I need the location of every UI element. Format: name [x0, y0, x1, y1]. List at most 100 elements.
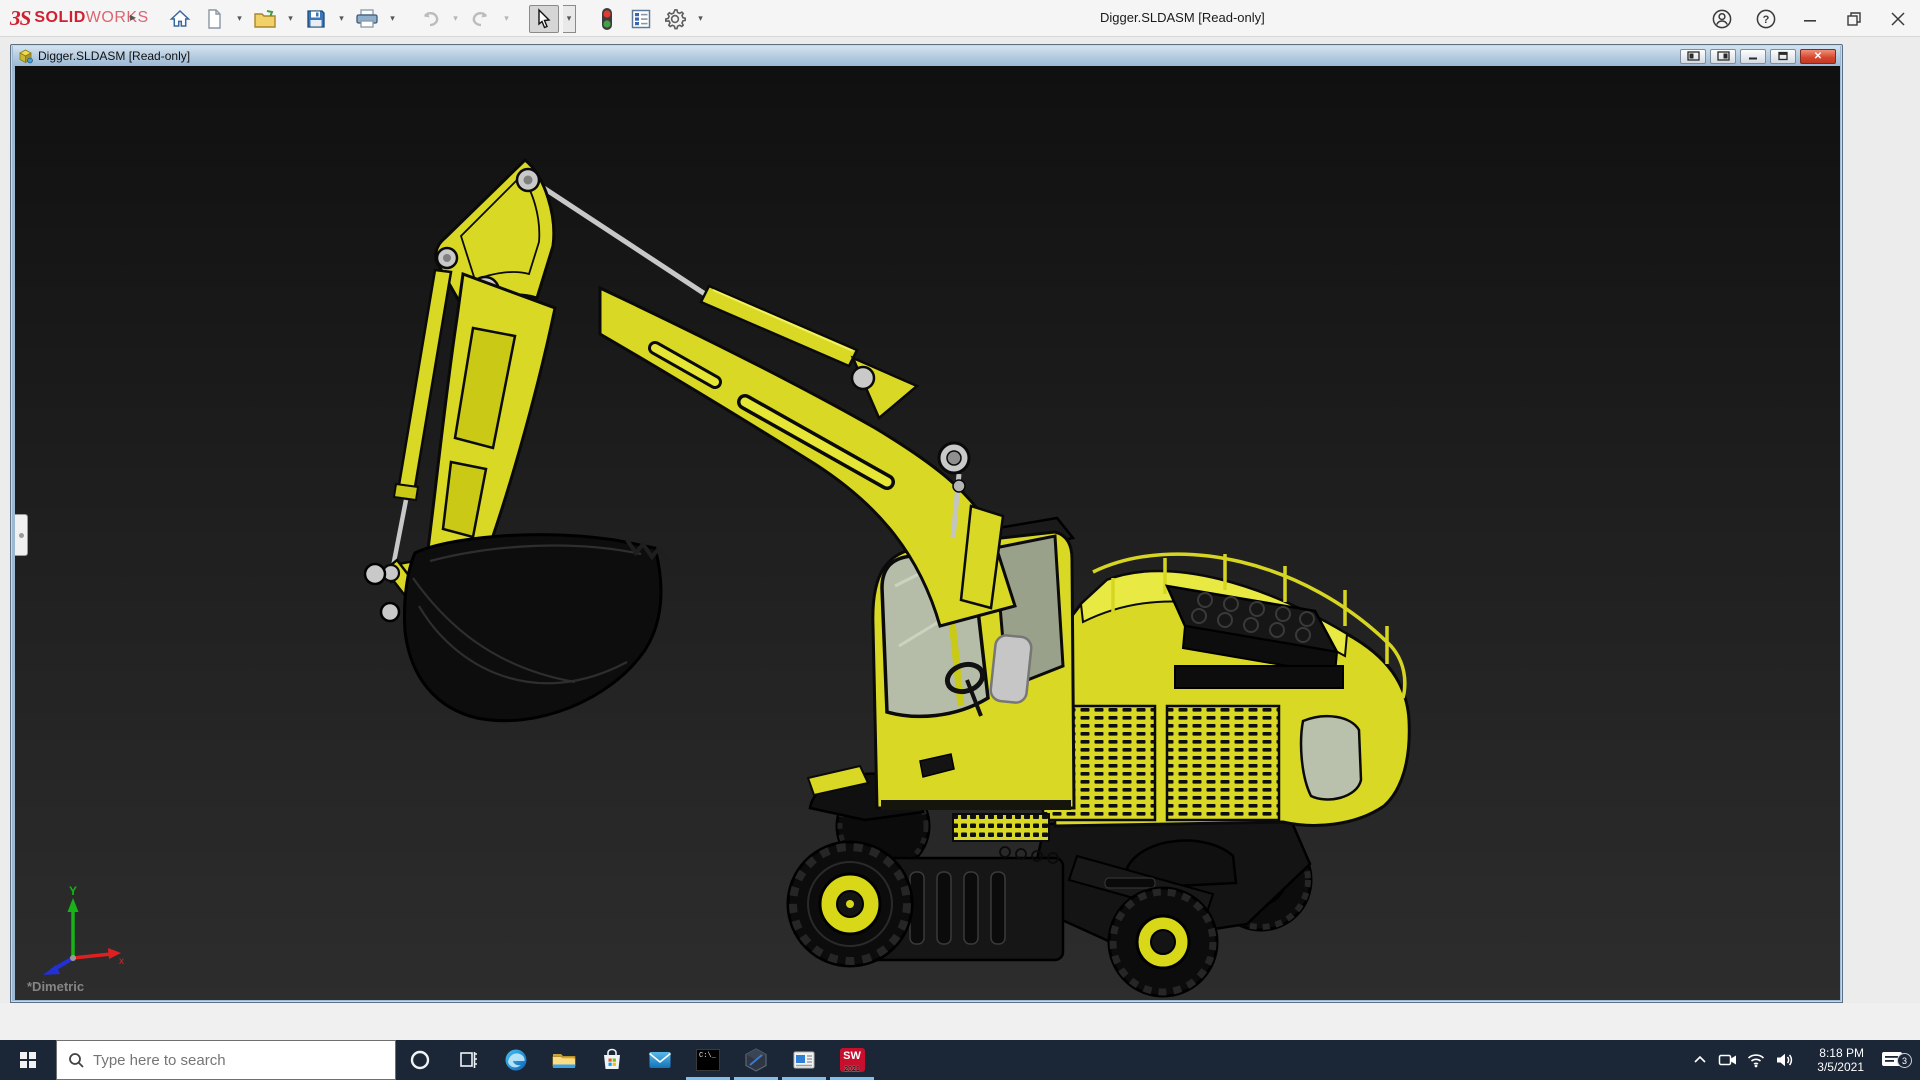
bucket[interactable]: [363, 533, 670, 723]
taskbar-edge[interactable]: [492, 1040, 540, 1080]
taskbar-command-prompt[interactable]: C:\_: [684, 1040, 732, 1080]
taskbar-file-explorer[interactable]: [540, 1040, 588, 1080]
select-tool-dropdown[interactable]: ▾: [563, 4, 576, 33]
feature-pane-right-button[interactable]: [1710, 48, 1736, 64]
tray-action-center[interactable]: 3: [1870, 1050, 1914, 1070]
gear-icon: [665, 8, 686, 29]
taskbar-microsoft-store[interactable]: [588, 1040, 636, 1080]
tray-volume[interactable]: [1770, 1051, 1798, 1069]
select-tool-button[interactable]: [529, 4, 559, 33]
help-button[interactable]: ?: [1754, 7, 1778, 31]
reference-triad: Y x: [43, 884, 124, 975]
account-button[interactable]: [1710, 7, 1734, 31]
doc-restore-icon: [1778, 51, 1788, 61]
logo-expand-chevron-icon[interactable]: ▸: [130, 10, 136, 24]
document-window: Digger.SLDASM [Read-only] ✕ Y x *Dimetri…: [10, 44, 1843, 1003]
doc-restore-button[interactable]: [1770, 48, 1796, 64]
undo-dropdown[interactable]: ▾: [449, 5, 462, 33]
wifi-icon: [1747, 1054, 1765, 1068]
triad-x-label: x: [119, 956, 124, 967]
app-minimize-button[interactable]: [1798, 7, 1822, 31]
excavator-model[interactable]: [15, 66, 1840, 1000]
meet-now-camera-icon: [1718, 1054, 1736, 1066]
print-icon: [356, 8, 378, 28]
solidworks-icon: SW 2021: [839, 1048, 865, 1073]
triad-y-label: Y: [69, 884, 77, 898]
file-properties-icon: [631, 9, 651, 28]
taskbar-search[interactable]: [56, 1040, 396, 1080]
tray-show-hidden[interactable]: [1686, 1051, 1714, 1069]
traffic-light-icon: [602, 7, 612, 30]
minimize-icon: [1804, 19, 1816, 22]
search-input[interactable]: [93, 1051, 363, 1069]
new-document-dropdown[interactable]: ▾: [233, 5, 246, 33]
new-document-icon: [208, 8, 221, 29]
tray-network[interactable]: [1742, 1051, 1770, 1069]
hexagon-app-icon: [745, 1048, 767, 1072]
assembly-icon: [19, 49, 33, 63]
chevron-up-icon: [1694, 1055, 1706, 1063]
taskbar-task-view[interactable]: [444, 1040, 492, 1080]
app-close-button[interactable]: [1886, 7, 1910, 31]
microsoft-store-icon: [604, 1048, 620, 1069]
taskbar-apps: C:\_ SW 2021: [396, 1040, 876, 1080]
taskbar-hexagon-app[interactable]: [732, 1040, 780, 1080]
view-orientation-label: *Dimetric: [27, 979, 85, 994]
featuremanager-splitter-tab[interactable]: [15, 514, 28, 556]
close-icon: [1891, 11, 1905, 26]
save-button[interactable]: [301, 5, 331, 33]
home-button[interactable]: [165, 5, 195, 33]
search-icon: [69, 1053, 84, 1068]
print-button[interactable]: [352, 5, 382, 33]
pane-right-icon: [1716, 51, 1730, 61]
main-toolbar: ▾ ▾ ▾ ▾ ▾ ▾ ▾ ▾: [165, 3, 707, 34]
side-grille-right: [1165, 704, 1281, 822]
file-explorer-icon: [552, 1054, 576, 1068]
doc-minimize-icon: [1749, 57, 1757, 60]
app-title-bar: ЗS SOLID WORKS ▸ ▾ ▾ ▾ ▾ ▾ ▾ ▾ ▾ Digger.…: [0, 0, 1920, 37]
body-window: [1299, 714, 1363, 801]
new-document-button[interactable]: [199, 5, 229, 33]
graphics-viewport[interactable]: Y x *Dimetric: [15, 66, 1840, 1000]
wheel-rear-left[interactable]: [1107, 886, 1219, 998]
help-icon: ?: [1756, 9, 1776, 28]
dassault-mark: ЗS: [10, 5, 31, 30]
redo-button[interactable]: [466, 5, 496, 33]
taskbar-solidworks[interactable]: SW 2021: [828, 1040, 876, 1080]
rebuild-button[interactable]: [592, 5, 622, 33]
undo-button[interactable]: [415, 5, 445, 33]
open-button[interactable]: [250, 5, 280, 33]
feature-pane-left-button[interactable]: [1680, 48, 1706, 64]
file-properties-button[interactable]: [626, 5, 656, 33]
tray-clock[interactable]: 8:18 PM 3/5/2021: [1798, 1046, 1870, 1074]
splitter-dot-icon: [18, 532, 24, 538]
print-dropdown[interactable]: ▾: [386, 5, 399, 33]
options-button[interactable]: [660, 5, 690, 33]
speaker-icon: [1777, 1053, 1793, 1067]
taskbar-mail[interactable]: [636, 1040, 684, 1080]
doc-close-button[interactable]: ✕: [1800, 48, 1836, 64]
tray-meet-now[interactable]: [1714, 1051, 1742, 1069]
wheel-front-left[interactable]: [786, 840, 914, 968]
notification-badge: 3: [1897, 1053, 1912, 1068]
taskbar-cortana[interactable]: [396, 1040, 444, 1080]
windows-logo-icon: [20, 1052, 36, 1068]
app-restore-button[interactable]: [1842, 7, 1866, 31]
system-tray: 8:18 PM 3/5/2021 3: [1686, 1040, 1920, 1080]
redo-dropdown[interactable]: ▾: [500, 5, 513, 33]
pane-left-icon: [1686, 51, 1700, 61]
front-grille: [952, 813, 1050, 842]
save-dropdown[interactable]: ▾: [335, 5, 348, 33]
document-title-bar[interactable]: Digger.SLDASM [Read-only] ✕: [13, 46, 1840, 66]
open-folder-icon: [254, 9, 276, 28]
start-button[interactable]: [0, 1040, 56, 1080]
taskbar-desktop-app[interactable]: [780, 1040, 828, 1080]
open-dropdown[interactable]: ▾: [284, 5, 297, 33]
document-title: Digger.SLDASM [Read-only]: [13, 49, 190, 64]
cortana-icon: [410, 1050, 430, 1070]
doc-minimize-button[interactable]: [1740, 48, 1766, 64]
undo-icon: [424, 11, 439, 26]
solidworks-logo: ЗS SOLID WORKS: [10, 5, 149, 30]
desktop-app-icon: [793, 1051, 815, 1069]
options-dropdown[interactable]: ▾: [694, 5, 707, 33]
